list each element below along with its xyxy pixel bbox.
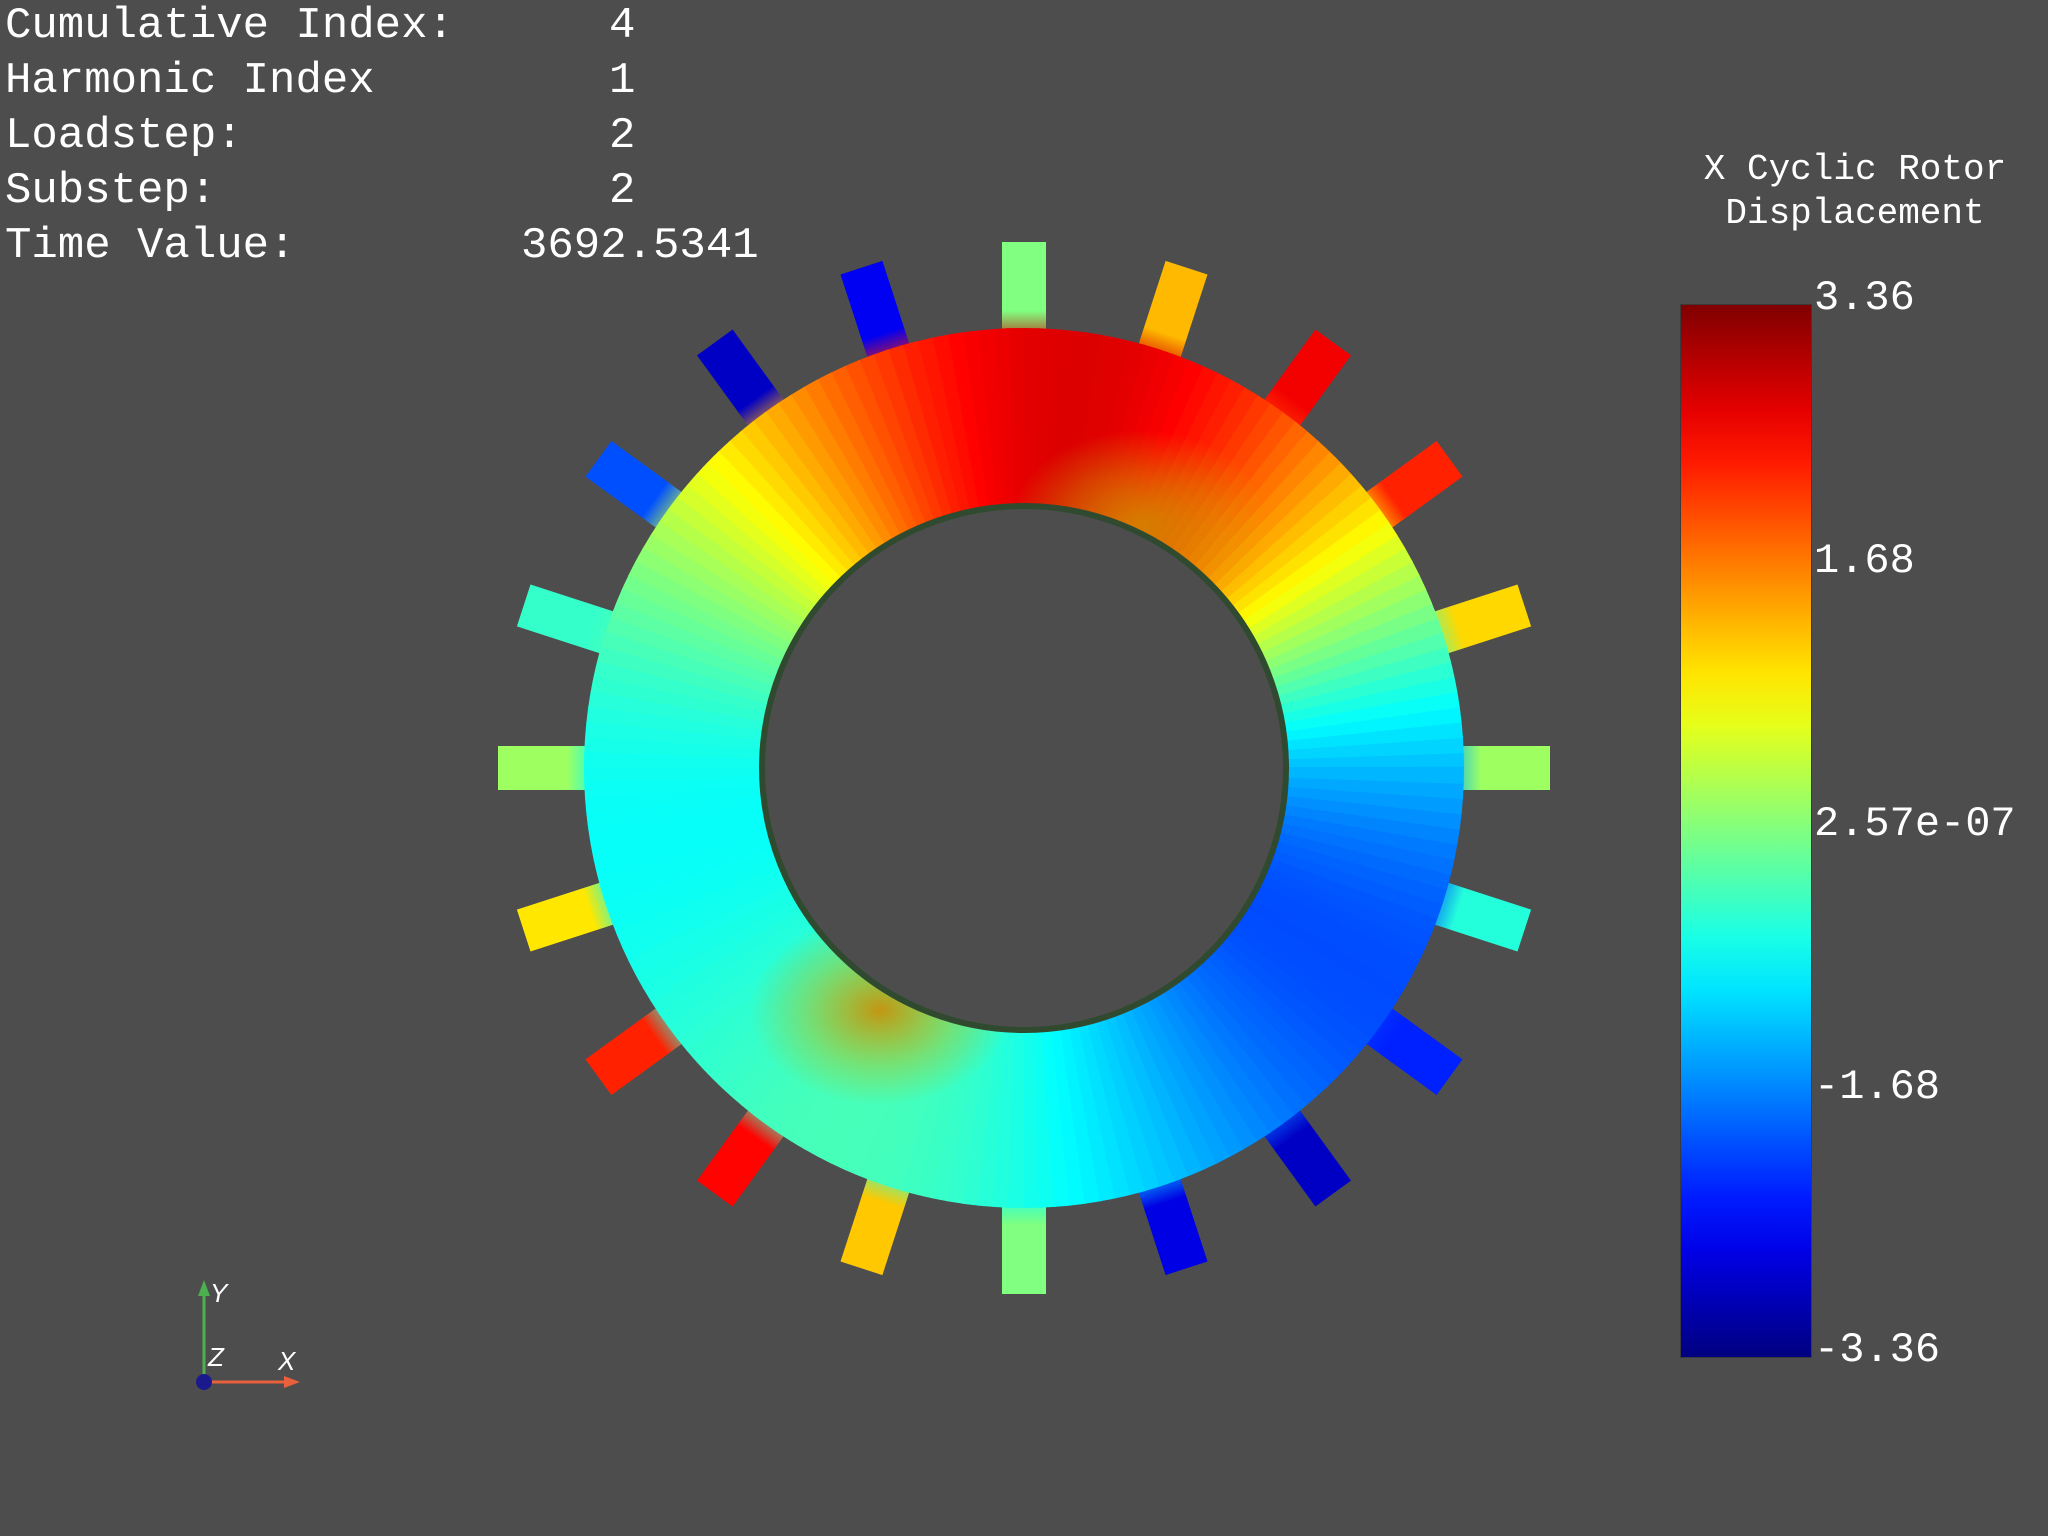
scalar-bar-tick-mid: 2.57e-07 [1814,800,2016,848]
ring-sector [583,751,1025,770]
ring-sector [1023,766,1464,785]
render-viewport[interactable]: Cumulative Index: 4 Harmonic Index 1 Loa… [0,0,2048,1536]
z-axis-point [196,1374,212,1390]
x-axis-arrowhead [284,1376,300,1388]
scalar-bar-tick-min: -3.36 [1814,1326,1941,1374]
scalar-bar-tick-lower: -1.68 [1814,1063,1941,1111]
ring-sector [1007,767,1026,1208]
scalar-bar-title-line1: X Cyclic Rotor [1703,149,2007,190]
scalar-bar-tick-upper: 1.68 [1814,537,1915,585]
scalar-bar-title-line2: Displacement [1725,193,1985,234]
scalar-bar[interactable] [1680,304,1812,1358]
rotor-disc [583,328,1464,1208]
scalar-bar-title: X Cyclic Rotor Displacement [1660,148,2048,236]
z-axis-label: Z [207,1342,225,1372]
orientation-axes-widget: Y Z X [196,1278,300,1390]
rotor-bore-edge [759,503,1289,1033]
hot-spot-upper [1010,430,1270,620]
y-axis-arrowhead [198,1280,210,1296]
hot-spot-lower [750,915,1010,1105]
y-axis-label: Y [210,1278,229,1308]
ring-sector [1022,328,1041,769]
scalar-bar-tick-max: 3.36 [1814,274,1915,322]
x-axis-label: X [277,1346,297,1376]
